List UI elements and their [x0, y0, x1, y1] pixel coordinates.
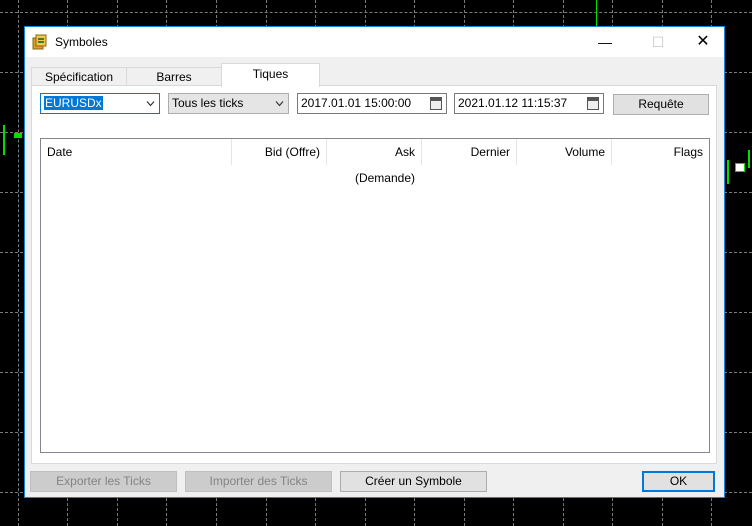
chart-candle	[14, 133, 22, 138]
tick-type-select[interactable]: Tous les ticks	[168, 93, 289, 114]
symbols-app-icon	[32, 34, 47, 50]
column-header-date[interactable]: Date	[41, 139, 232, 165]
create-symbol-button[interactable]: Créer un Symbole	[340, 471, 487, 492]
ticks-table[interactable]: Date Bid (Offre) Ask (Demande) Dernier V…	[40, 138, 710, 453]
tab-specification[interactable]: Spécification	[31, 67, 127, 86]
chart-candle	[748, 150, 750, 168]
tab-ticks[interactable]: Tiques	[221, 63, 320, 87]
chevron-down-icon[interactable]	[275, 99, 284, 108]
chart-candle	[596, 0, 597, 26]
window-title: Symboles	[55, 35, 108, 49]
chart-candle	[727, 160, 729, 184]
column-header-flags[interactable]: Flags	[612, 139, 709, 165]
date-from-value: 2017.01.01 15:00:00	[301, 96, 412, 110]
maximize-button[interactable]: ☐	[635, 27, 681, 57]
tab-strip: Spécification Barres Tiques	[31, 63, 718, 87]
title-bar[interactable]: Symboles — ☐ ✕	[25, 27, 724, 57]
column-header-volume[interactable]: Volume	[517, 139, 612, 165]
calendar-icon[interactable]	[587, 97, 599, 110]
symbol-select[interactable]: EURUSDx	[40, 93, 160, 114]
chevron-down-icon[interactable]	[146, 99, 155, 108]
column-header-last[interactable]: Dernier	[422, 139, 517, 165]
chart-candle	[3, 125, 5, 155]
import-ticks-button[interactable]: Importer des Ticks	[185, 471, 332, 492]
date-to-field[interactable]: 2021.01.12 11:15:37	[454, 93, 604, 114]
close-button[interactable]: ✕	[680, 27, 726, 57]
chart-candle	[735, 163, 745, 172]
symbols-dialog: Symboles — ☐ ✕ Spécification Barres Tiqu…	[24, 26, 725, 498]
ok-button[interactable]: OK	[642, 471, 715, 492]
ticks-panel: EURUSDx Tous les ticks 2017.01.01 15:00:…	[31, 85, 717, 464]
date-from-field[interactable]: 2017.01.01 15:00:00	[297, 93, 447, 114]
calendar-icon[interactable]	[430, 97, 442, 110]
symbol-value: EURUSDx	[44, 96, 103, 110]
tick-type-value: Tous les ticks	[172, 96, 244, 110]
column-header-ask[interactable]: Ask (Demande)	[327, 139, 422, 185]
tab-bars[interactable]: Barres	[126, 67, 222, 86]
column-header-bid[interactable]: Bid (Offre)	[232, 139, 327, 165]
request-button[interactable]: Requête	[613, 94, 709, 115]
minimize-button[interactable]: —	[582, 27, 628, 57]
export-ticks-button[interactable]: Exporter les Ticks	[30, 471, 177, 492]
date-to-value: 2021.01.12 11:15:37	[458, 96, 568, 110]
